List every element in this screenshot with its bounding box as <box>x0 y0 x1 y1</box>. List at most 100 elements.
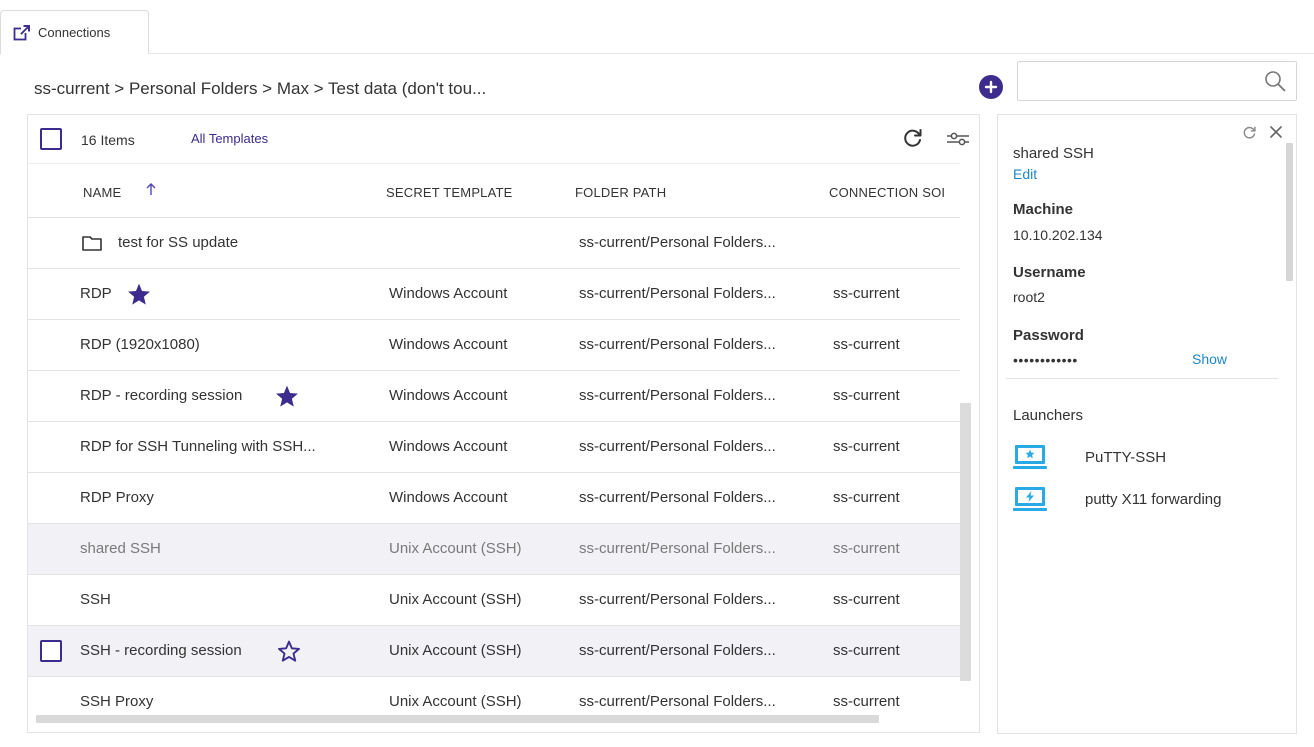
table-toolbar: 16 Items All Templates <box>28 115 979 163</box>
row-checkbox[interactable] <box>40 640 62 662</box>
row-source: ss-current <box>833 336 900 353</box>
username-value: root2 <box>1013 289 1045 305</box>
table-row[interactable]: SSH Unix Account (SSH) ss-current/Person… <box>28 575 960 626</box>
row-source: ss-current <box>833 285 900 302</box>
select-all-checkbox[interactable] <box>40 128 62 150</box>
row-name[interactable]: RDP <box>80 285 112 302</box>
row-template: Windows Account <box>389 336 508 353</box>
detail-scrollbar[interactable] <box>1286 143 1293 281</box>
row-template: Unix Account (SSH) <box>389 693 522 710</box>
table-header: NAME SECRET TEMPLATE FOLDER PATH CONNECT… <box>28 163 960 218</box>
row-folder: ss-current/Personal Folders... <box>579 336 776 353</box>
row-name[interactable]: shared SSH <box>80 540 161 557</box>
machine-label: Machine <box>1013 201 1074 218</box>
table-body: test for SS update ss-current/Personal F… <box>28 218 960 713</box>
password-value: •••••••••••• <box>1013 352 1078 368</box>
row-folder: ss-current/Personal Folders... <box>579 489 776 506</box>
row-folder: ss-current/Personal Folders... <box>579 387 776 404</box>
detail-divider <box>1006 378 1278 379</box>
row-folder: ss-current/Personal Folders... <box>579 438 776 455</box>
vertical-scrollbar[interactable] <box>960 403 971 681</box>
row-name[interactable]: RDP for SSH Tunneling with SSH... <box>80 438 316 455</box>
tab-connections[interactable]: Connections <box>0 10 149 54</box>
row-folder: ss-current/Personal Folders... <box>579 285 776 302</box>
row-source: ss-current <box>833 387 900 404</box>
row-name[interactable]: SSH - recording session <box>80 642 242 659</box>
launcher-name: PuTTY-SSH <box>1085 449 1167 466</box>
table-row[interactable]: RDP for SSH Tunneling with SSH... Window… <box>28 422 960 473</box>
detail-title: shared SSH <box>1013 145 1094 162</box>
row-source: ss-current <box>833 591 900 608</box>
row-source: ss-current <box>833 489 900 506</box>
favorite-star-filled-icon[interactable] <box>126 282 152 307</box>
launcher-putty-x11[interactable]: putty X11 forwarding <box>1013 485 1273 519</box>
launcher-putty-ssh[interactable]: PuTTY-SSH <box>1013 443 1273 477</box>
tab-divider <box>148 53 1314 54</box>
username-label: Username <box>1013 264 1086 281</box>
table-row-selected[interactable]: shared SSH Unix Account (SSH) ss-current… <box>28 524 960 575</box>
secret-detail-panel: shared SSH Edit Machine 10.10.202.134 Us… <box>997 114 1297 734</box>
row-source: ss-current <box>833 438 900 455</box>
search-input[interactable] <box>1018 62 1258 100</box>
row-folder: ss-current/Personal Folders... <box>579 540 776 557</box>
password-label: Password <box>1013 327 1084 344</box>
launcher-name: putty X11 forwarding <box>1085 491 1222 508</box>
launchers-label: Launchers <box>1013 407 1084 424</box>
table-row[interactable]: RDP Windows Account ss-current/Personal … <box>28 269 960 320</box>
row-folder: ss-current/Personal Folders... <box>579 642 776 659</box>
row-folder: ss-current/Personal Folders... <box>579 693 776 710</box>
items-count: 16 Items <box>81 132 135 148</box>
column-settings-icon[interactable] <box>945 128 971 150</box>
folder-icon <box>82 236 102 251</box>
row-name[interactable]: SSH <box>80 591 111 608</box>
table-row[interactable]: SSH Proxy Unix Account (SSH) ss-current/… <box>28 677 960 713</box>
favorite-star-filled-icon[interactable] <box>274 384 300 409</box>
table-row[interactable]: RDP Proxy Windows Account ss-current/Per… <box>28 473 960 524</box>
secrets-table-panel: 16 Items All Templates NAME SECRET TEMPL… <box>27 114 980 733</box>
row-template: Unix Account (SSH) <box>389 591 522 608</box>
tab-label: Connections <box>38 25 111 40</box>
plus-icon <box>984 80 998 94</box>
column-header-folder-path[interactable]: FOLDER PATH <box>575 185 666 200</box>
table-row[interactable]: RDP (1920x1080) Windows Account ss-curre… <box>28 320 960 371</box>
row-name[interactable]: RDP (1920x1080) <box>80 336 200 353</box>
close-icon[interactable] <box>1268 124 1284 140</box>
column-header-name[interactable]: NAME <box>83 185 121 200</box>
row-source: ss-current <box>833 540 900 557</box>
row-template: Windows Account <box>389 438 508 455</box>
sort-ascending-icon[interactable] <box>145 182 157 196</box>
row-template: Windows Account <box>389 387 508 404</box>
edit-link[interactable]: Edit <box>1013 166 1037 182</box>
row-source: ss-current <box>833 642 900 659</box>
search-icon[interactable] <box>1264 70 1286 92</box>
row-template: Windows Account <box>389 285 508 302</box>
row-source: ss-current <box>833 693 900 710</box>
horizontal-scrollbar[interactable] <box>36 715 879 723</box>
table-row[interactable]: RDP - recording session Windows Account … <box>28 371 960 422</box>
all-templates-filter[interactable]: All Templates <box>191 131 268 146</box>
refresh-icon[interactable] <box>902 127 924 149</box>
row-name[interactable]: RDP - recording session <box>80 387 242 404</box>
breadcrumb[interactable]: ss-current > Personal Folders > Max > Te… <box>34 79 486 99</box>
table-row-hovered[interactable]: SSH - recording session Unix Account (SS… <box>28 626 960 677</box>
row-folder: ss-current/Personal Folders... <box>579 234 776 251</box>
row-template: Unix Account (SSH) <box>389 642 522 659</box>
row-name[interactable]: test for SS update <box>118 234 238 251</box>
row-name[interactable]: RDP Proxy <box>80 489 154 506</box>
row-folder: ss-current/Personal Folders... <box>579 591 776 608</box>
table-row[interactable]: test for SS update ss-current/Personal F… <box>28 218 960 269</box>
search-box[interactable] <box>1017 61 1297 101</box>
column-header-connection-source[interactable]: CONNECTION SOI <box>829 185 945 200</box>
external-link-icon <box>13 24 30 40</box>
row-template: Unix Account (SSH) <box>389 540 522 557</box>
refresh-icon[interactable] <box>1242 125 1257 140</box>
row-template: Windows Account <box>389 489 508 506</box>
machine-value: 10.10.202.134 <box>1013 227 1103 243</box>
row-name[interactable]: SSH Proxy <box>80 693 153 710</box>
show-password-link[interactable]: Show <box>1192 351 1227 367</box>
column-header-secret-template[interactable]: SECRET TEMPLATE <box>386 185 513 200</box>
launcher-star-icon <box>1013 445 1047 469</box>
add-button[interactable] <box>979 75 1003 99</box>
launcher-bolt-icon <box>1013 487 1047 511</box>
favorite-star-outline-icon[interactable] <box>276 639 302 664</box>
